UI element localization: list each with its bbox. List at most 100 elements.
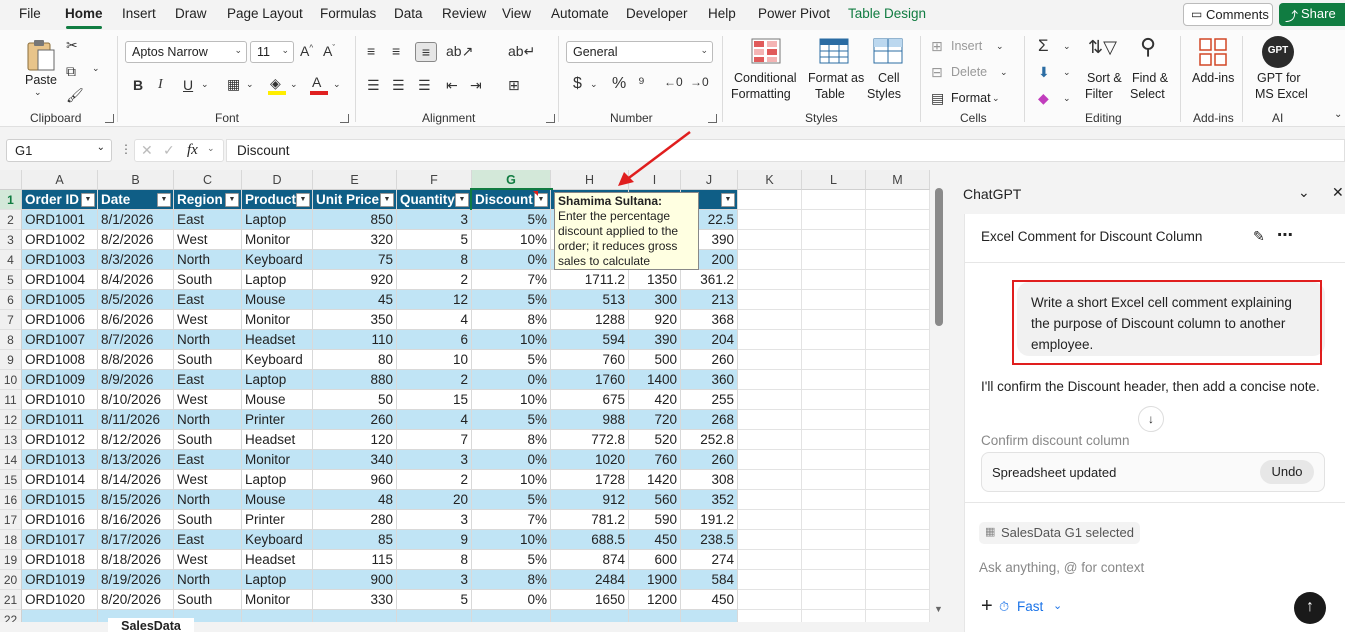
menu-help[interactable]: Help [708,6,736,21]
row-header[interactable]: 17 [0,510,22,530]
filter-dropdown-icon[interactable]: ▼ [455,193,469,207]
empty-cell[interactable] [738,490,802,510]
chevron-down-icon[interactable]: ⌄ [34,88,42,97]
table-cell[interactable]: ORD1003 [22,250,98,270]
table-cell[interactable]: Laptop [242,270,313,290]
bold-button[interactable]: B [133,78,143,92]
number-format-dropdown[interactable]: General ⌄ [566,41,713,63]
row-header[interactable]: 22 [0,610,22,622]
filter-dropdown-icon[interactable]: ▼ [380,193,394,207]
table-cell[interactable]: ORD1006 [22,310,98,330]
wrap-text-icon[interactable]: ab↵ [508,44,535,58]
table-cell[interactable]: 0% [472,450,551,470]
column-header-m[interactable]: M [866,170,930,190]
table-cell[interactable]: Headset [242,430,313,450]
empty-cell[interactable] [802,190,866,210]
chat-input[interactable]: Ask anything, @ for context [979,560,1144,575]
table-cell[interactable]: 0% [472,590,551,610]
table-cell[interactable]: 8/9/2026 [98,370,174,390]
empty-cell[interactable] [738,290,802,310]
table-cell[interactable]: Laptop [242,210,313,230]
table-cell[interactable]: 204 [681,330,738,350]
row-header[interactable]: 6 [0,290,22,310]
row-header[interactable]: 1 [0,190,22,210]
chevron-down-icon[interactable]: ⌄ [92,64,100,73]
filter-dropdown-icon[interactable]: ▼ [81,193,95,207]
table-cell[interactable]: 45 [313,290,397,310]
empty-cell[interactable] [866,210,930,230]
table-cell[interactable]: 10% [472,230,551,250]
font-launcher[interactable] [340,114,349,123]
chevron-down-icon[interactable]: ⌄ [992,94,1000,103]
table-cell[interactable]: 600 [629,550,681,570]
table-cell[interactable]: South [174,270,242,290]
chevron-down-icon[interactable]: ⌄ [1000,68,1008,77]
table-cell[interactable]: 8/7/2026 [98,330,174,350]
menu-developer[interactable]: Developer [626,6,688,21]
table-cell[interactable]: Mouse [242,290,313,310]
table-cell[interactable]: East [174,370,242,390]
empty-cell[interactable] [802,550,866,570]
row-header[interactable]: 4 [0,250,22,270]
row-header[interactable]: 11 [0,390,22,410]
table-cell[interactable]: ORD1020 [22,590,98,610]
empty-cell[interactable] [802,330,866,350]
column-header-l[interactable]: L [802,170,866,190]
filter-dropdown-icon[interactable]: ▼ [157,193,171,207]
enter-icon[interactable]: ✓ [163,142,175,159]
empty-cell[interactable] [738,570,802,590]
copy-icon[interactable]: ⧉ [66,64,76,78]
paste-label[interactable]: Paste [25,73,57,87]
table-cell[interactable]: 3 [397,510,472,530]
table-cell[interactable]: 8/14/2026 [98,470,174,490]
table-cell[interactable]: 10% [472,330,551,350]
empty-cell[interactable] [738,370,802,390]
table-cell[interactable]: Monitor [242,310,313,330]
table-cell[interactable]: 5% [472,210,551,230]
table-cell[interactable]: North [174,490,242,510]
empty-cell[interactable] [802,210,866,230]
paste-icon[interactable] [26,38,56,72]
column-header-k[interactable]: K [738,170,802,190]
empty-cell[interactable] [738,330,802,350]
empty-cell[interactable] [866,410,930,430]
table-cell[interactable]: 260 [313,410,397,430]
table-cell[interactable]: 20 [397,490,472,510]
alignment-launcher[interactable] [546,114,555,123]
cancel-icon[interactable]: ✕ [141,142,153,159]
table-cell[interactable]: 4 [397,410,472,430]
empty-cell[interactable] [802,350,866,370]
table-cell[interactable]: 8% [472,430,551,450]
table-cell[interactable] [313,610,397,622]
table-cell[interactable]: 7% [472,270,551,290]
row-header[interactable]: 20 [0,570,22,590]
table-cell[interactable]: 350 [313,310,397,330]
table-cell[interactable]: 1900 [629,570,681,590]
increase-decimal-icon[interactable]: ←0 [664,76,683,88]
more-options-icon[interactable]: ⋮ [120,142,132,156]
decrease-font-icon[interactable]: Aˇ [323,44,335,58]
orientation-icon[interactable]: ab↗ [446,44,473,58]
table-cell[interactable]: 590 [629,510,681,530]
table-cell[interactable]: 352 [681,490,738,510]
chevron-down-icon[interactable]: ⌄ [1298,184,1310,201]
table-cell[interactable]: 110 [313,330,397,350]
clear-icon[interactable]: ◆ [1038,91,1049,105]
table-cell[interactable]: North [174,250,242,270]
table-cell[interactable]: 880 [313,370,397,390]
empty-cell[interactable] [802,490,866,510]
empty-cell[interactable] [738,350,802,370]
underline-button[interactable]: U [183,78,193,92]
table-cell[interactable]: East [174,210,242,230]
table-cell[interactable]: 361.2 [681,270,738,290]
table-cell[interactable] [242,610,313,622]
table-cell[interactable]: 1020 [551,450,629,470]
gpt-for-excel-label-2[interactable]: MS Excel [1255,87,1308,101]
table-cell[interactable]: West [174,470,242,490]
table-cell[interactable]: Laptop [242,470,313,490]
row-header[interactable]: 9 [0,350,22,370]
table-cell[interactable]: 1350 [629,270,681,290]
table-cell[interactable]: 48 [313,490,397,510]
table-cell[interactable]: ORD1007 [22,330,98,350]
table-cell[interactable]: 1400 [629,370,681,390]
